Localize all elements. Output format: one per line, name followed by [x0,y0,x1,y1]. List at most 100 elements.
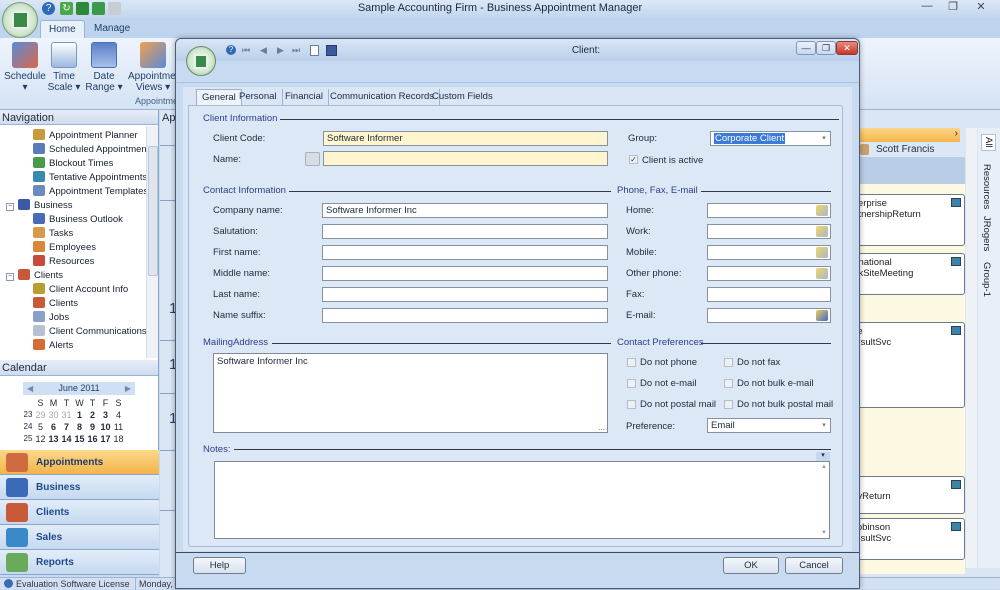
nav-item[interactable]: Client Account Info [33,283,128,297]
contact-field-input[interactable]: Software Informer Inc [322,203,608,218]
preference-checkbox[interactable] [724,400,733,409]
nav-item[interactable]: Resources [33,255,94,269]
refresh-icon[interactable]: ↻ [60,2,73,15]
calendar-day[interactable]: 4 [112,409,125,421]
tab-manage[interactable]: Manage [86,20,138,38]
tab-custom-fields[interactable]: Custom Fields [427,89,498,105]
dialog-minimize-button[interactable]: — [796,41,816,55]
phone-field-input[interactable] [707,203,831,218]
calendar-day[interactable]: 1 [73,409,86,421]
contact-field-input[interactable] [322,287,608,302]
side-tab-jrogers[interactable]: JRogers [981,216,992,251]
schedule-button[interactable]: Schedule ▾ [3,42,47,93]
calendar-day[interactable]: 5 [34,421,47,433]
contact-field-input[interactable] [322,266,608,281]
date-range-button[interactable]: Date Range ▾ [82,42,126,93]
calendar-day[interactable]: 3 [99,409,112,421]
nav-item[interactable]: Blockout Times [33,157,113,171]
nav-item[interactable]: Scheduled Appointments [33,143,154,157]
restore-button[interactable]: ❐ [940,0,966,16]
previous-record-icon[interactable]: ◀ [260,45,267,56]
appointment-card[interactable]: ineonsultSvc [845,322,965,408]
side-tab-group-1[interactable]: Group-1 [981,262,992,297]
next-month-icon[interactable]: ▶ [125,382,131,395]
appointment-card[interactable]: nterprise artnershipReturn [845,194,965,246]
dialog-help-icon[interactable]: ? [226,45,236,55]
nav-item[interactable]: Jobs [33,311,69,325]
first-record-icon[interactable]: ⏮ [242,45,250,56]
notes-textarea[interactable]: ▲ ▼ [214,461,830,539]
phone-field-input[interactable] [707,266,831,281]
preference-checkbox[interactable] [627,400,636,409]
ok-button[interactable]: OK [723,557,779,574]
preference-checkbox[interactable] [724,358,733,367]
all-day-area[interactable] [850,157,965,184]
dialog-close-button[interactable]: ✕ [836,41,858,55]
calendar-day[interactable]: 15 [73,433,86,445]
contact-field-input[interactable] [322,308,608,323]
name-lookup-icon[interactable] [305,152,320,166]
calendar-day[interactable]: 12 [34,433,47,445]
phone-dial-icon[interactable] [816,247,828,258]
calendar-day[interactable]: 2 [86,409,99,421]
nav-item[interactable]: Clients [33,297,78,311]
print-icon[interactable] [108,2,121,15]
dialog-app-button[interactable] [186,46,216,76]
scroll-down-icon[interactable]: ▼ [821,530,827,536]
tab-home[interactable]: Home [40,20,85,38]
nav-item[interactable]: − Clients [6,269,63,283]
phone-dial-icon[interactable] [816,226,828,237]
nav-item[interactable]: Appointment Templates [33,185,148,199]
new-record-icon[interactable] [310,45,319,56]
preference-checkbox[interactable] [724,379,733,388]
help-button[interactable]: Help [193,557,246,574]
client-code-input[interactable]: Software Informer [323,131,608,146]
cancel-button[interactable]: Cancel [785,557,843,574]
side-tab-all[interactable]: All [981,134,996,151]
side-tab-resources[interactable]: Resources [981,164,992,209]
minimize-button[interactable]: — [914,0,940,16]
navigation-scrollbar[interactable] [146,126,158,358]
calendar-day[interactable]: 31 [60,409,73,421]
help-icon[interactable]: ? [42,2,55,15]
phone-field-input[interactable] [707,245,831,260]
scroll-up-icon[interactable]: ▲ [821,464,827,470]
calendar-day[interactable]: 11 [112,421,125,433]
prev-month-icon[interactable]: ◀ [27,382,33,395]
nav-item[interactable]: Tentative Appointments [33,171,147,185]
phone-dial-icon[interactable] [816,205,828,216]
tab-personal[interactable]: Personal [234,89,283,105]
collapse-icon[interactable]: − [6,203,14,211]
calendar-day[interactable]: 30 [47,409,60,421]
time-scale-button[interactable]: Time Scale ▾ [42,42,86,93]
export-icon[interactable] [92,2,105,15]
appointment-card[interactable]: ozdivReturn [845,476,965,514]
calendar-day[interactable]: 8 [73,421,86,433]
scheduler-scrollbar[interactable] [966,128,977,568]
calendar-day[interactable]: 17 [99,433,112,445]
excel-export-icon[interactable] [76,2,89,15]
notes-menu-icon[interactable]: ▾ [816,452,830,461]
phone-dial-icon[interactable] [816,268,828,279]
scroll-thumb[interactable] [148,146,158,276]
calendar-day[interactable]: 18 [112,433,125,445]
close-button[interactable]: ✕ [968,0,994,16]
calendar-day[interactable]: 10 [99,421,112,433]
calendar-day[interactable]: 6 [47,421,60,433]
calendar-day[interactable]: 13 [47,433,60,445]
contact-field-input[interactable] [322,245,608,260]
collapse-icon[interactable]: − [6,273,14,281]
nav-item[interactable]: − Business [6,199,73,213]
module-sales[interactable]: Sales [0,525,159,550]
phone-field-input[interactable] [707,287,831,302]
last-record-icon[interactable]: ⏭ [292,45,300,56]
group-select[interactable]: Corporate Client ▾ [710,131,831,146]
calendar-day[interactable]: 29 [34,409,47,421]
calendar-day[interactable]: 14 [60,433,73,445]
appointment-views-button[interactable]: Appointment Views ▾ [128,42,184,93]
dialog-restore-button[interactable]: ❐ [816,41,836,55]
nav-item[interactable]: Employees [33,241,96,255]
tab-financial[interactable]: Financial [280,89,330,105]
name-input[interactable] [323,151,608,166]
client-active-checkbox[interactable]: ✓ [629,155,638,164]
